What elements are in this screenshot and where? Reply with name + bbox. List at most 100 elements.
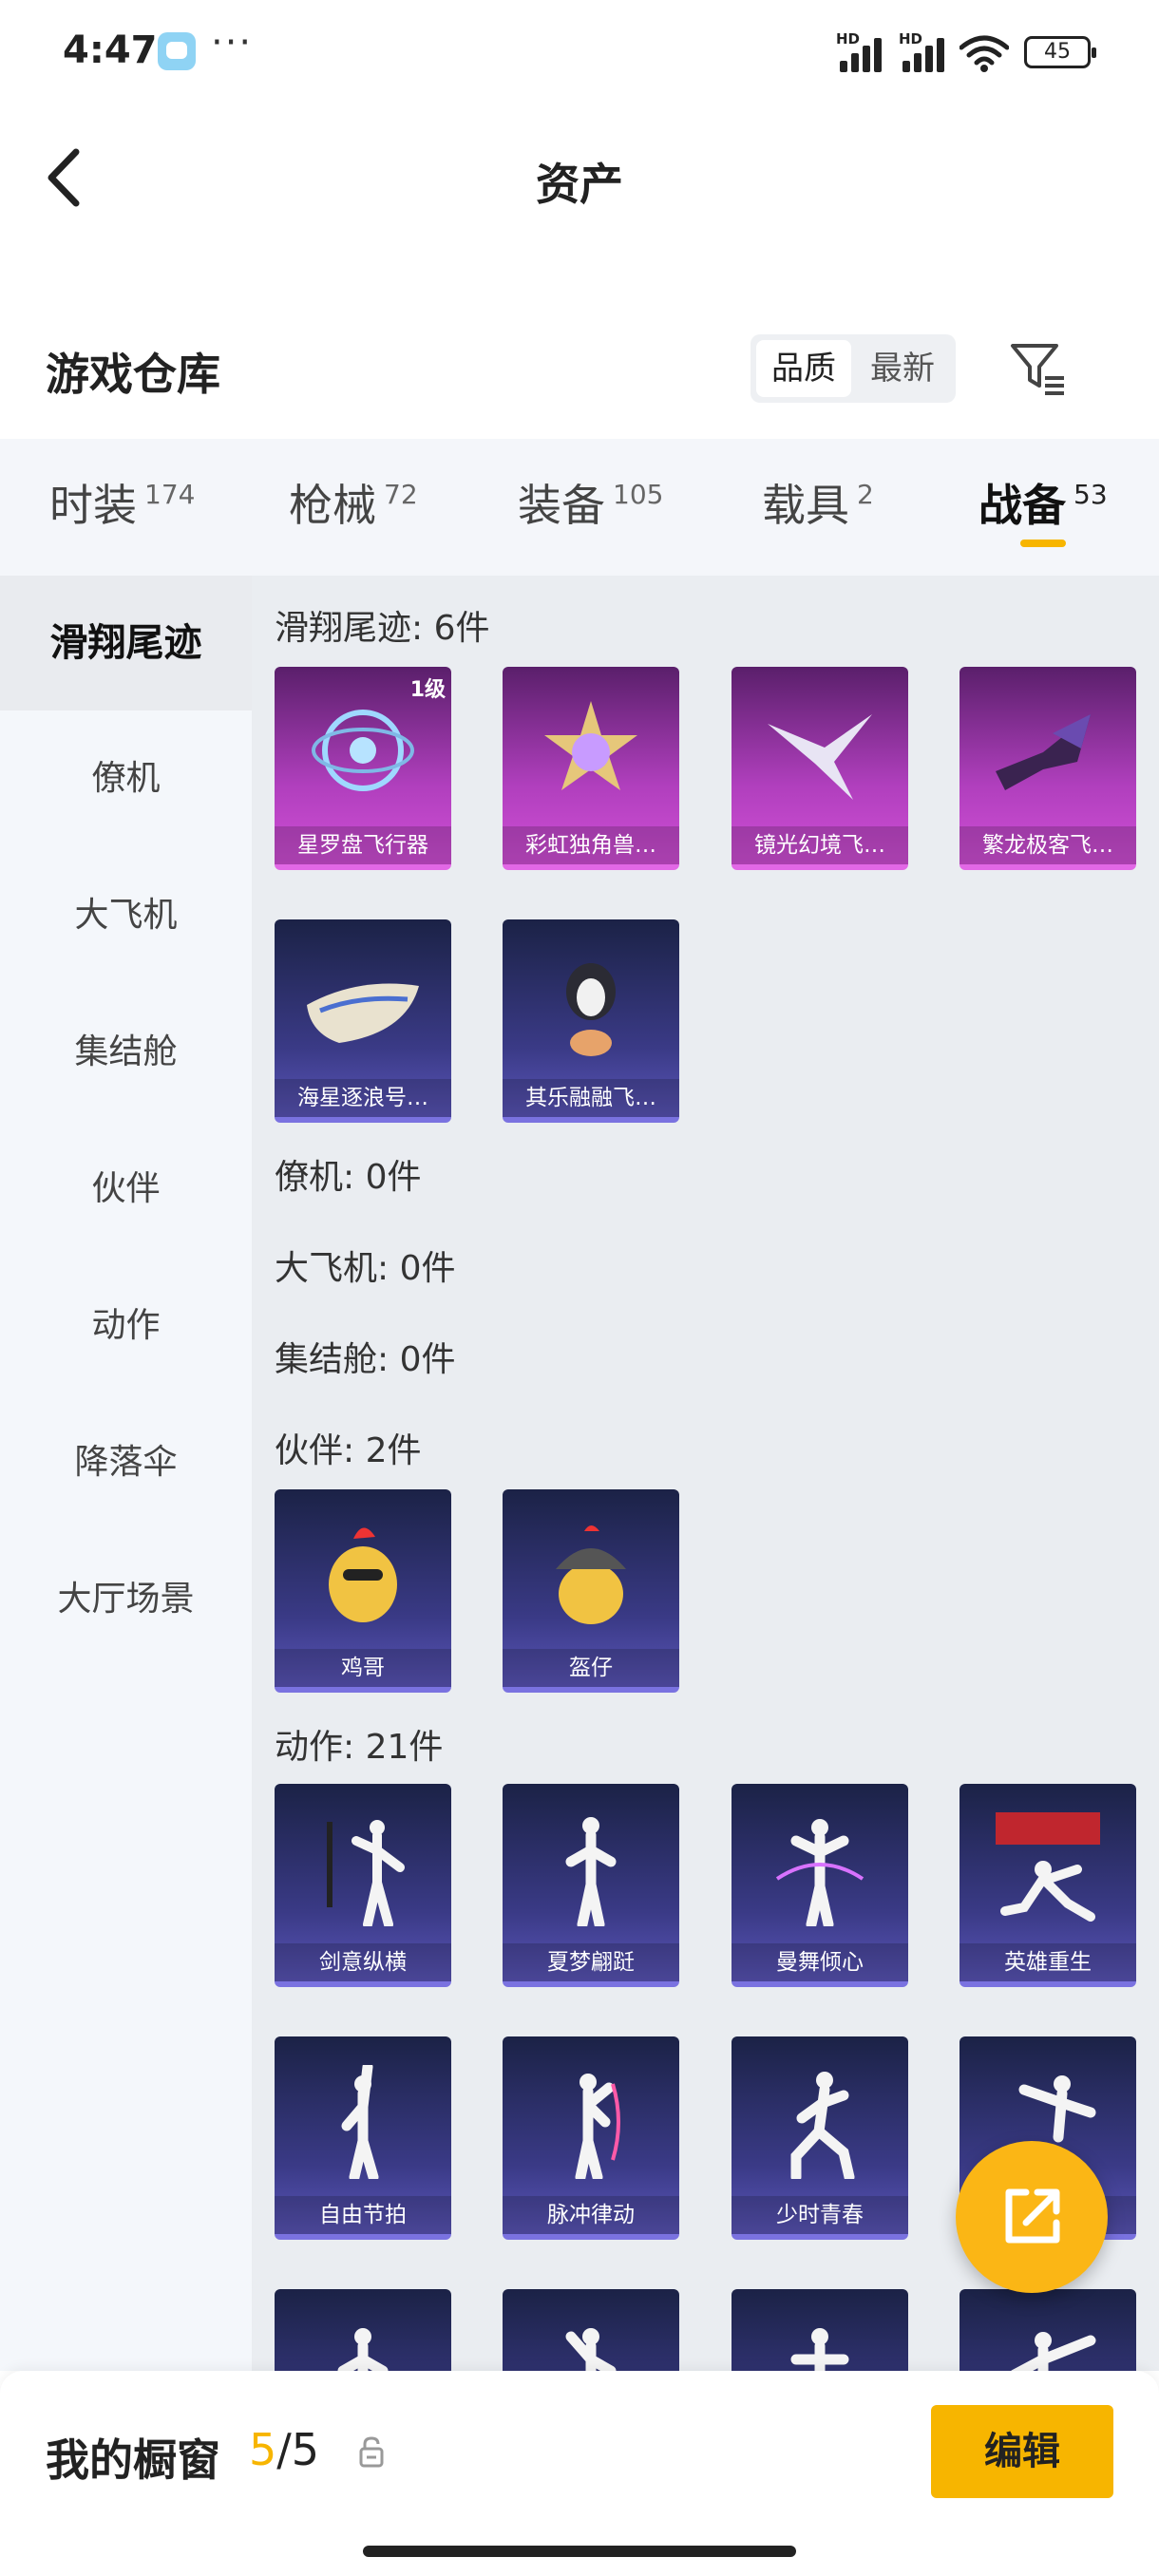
item-image bbox=[307, 983, 419, 1043]
sort-quality-button[interactable]: 品质 bbox=[756, 340, 851, 397]
item-card[interactable]: 彩虹独角兽… bbox=[503, 667, 679, 870]
edit-button[interactable]: 编辑 bbox=[931, 2405, 1113, 2498]
wifi-icon bbox=[960, 35, 1009, 72]
sort-toggle: 品质 最新 bbox=[750, 334, 956, 403]
item-label: 鸡哥 bbox=[275, 1649, 451, 1687]
tab-equipment[interactable]: 装备 105 bbox=[518, 471, 663, 547]
item-image bbox=[996, 714, 1091, 790]
item-label: 英雄重生 bbox=[960, 1943, 1136, 1981]
item-card[interactable]: 鸡哥 bbox=[275, 1489, 451, 1693]
item-card[interactable] bbox=[960, 2289, 1136, 2371]
hd-label-2: HD bbox=[899, 30, 923, 47]
sidebar-item-partner[interactable]: 伙伴 bbox=[0, 1122, 252, 1257]
item-card[interactable] bbox=[732, 2289, 908, 2371]
share-icon bbox=[1005, 2188, 1060, 2244]
tab-count: 174 bbox=[144, 479, 196, 510]
sidebar-item-emote[interactable]: 动作 bbox=[0, 1259, 252, 1393]
item-card[interactable]: 其乐融融飞… bbox=[503, 919, 679, 1123]
more-notifications-icon: ··· bbox=[211, 21, 254, 65]
item-card[interactable]: 剑意纵横 bbox=[275, 1784, 451, 1987]
status-bar: 4:47 ··· HD HD 45 bbox=[0, 0, 1159, 104]
item-image bbox=[312, 710, 414, 791]
item-card[interactable]: 1级 星罗盘飞行器 bbox=[275, 667, 451, 870]
sidebar-item-capsule[interactable]: 集结舱 bbox=[0, 985, 252, 1120]
item-label: 脉冲律动 bbox=[503, 2196, 679, 2234]
item-label: 盔仔 bbox=[503, 1649, 679, 1687]
item-card[interactable]: 曼舞倾心 bbox=[732, 1784, 908, 1987]
item-image bbox=[327, 1820, 405, 1926]
item-label: 曼舞倾心 bbox=[732, 1943, 908, 1981]
item-label: 海星逐浪号… bbox=[275, 1079, 451, 1117]
item-image bbox=[341, 2065, 379, 2179]
item-card[interactable]: 自由节拍 bbox=[275, 2036, 451, 2240]
showcase-current: 5 bbox=[249, 2424, 277, 2475]
item-image bbox=[337, 2328, 389, 2371]
tab-count: 53 bbox=[1074, 479, 1108, 510]
battery-level: 45 bbox=[1044, 40, 1071, 64]
item-image bbox=[768, 714, 872, 800]
item-image bbox=[790, 2328, 849, 2371]
item-card[interactable]: 繁龙极客飞… bbox=[960, 667, 1136, 870]
item-label: 彩虹独角兽… bbox=[503, 826, 679, 864]
sidebar: 滑翔尾迹 僚机 大飞机 集结舱 伙伴 动作 降落伞 大厅场景 bbox=[0, 576, 252, 2371]
item-card[interactable]: 英雄重生 bbox=[960, 1784, 1136, 1987]
item-card[interactable]: 夏梦翩跹 bbox=[503, 1784, 679, 1987]
item-image bbox=[1011, 2332, 1096, 2371]
tab-combat-prep[interactable]: 战备 53 bbox=[978, 471, 1108, 547]
sidebar-item-lobby-scene[interactable]: 大厅场景 bbox=[0, 1532, 252, 1667]
item-card[interactable]: 镜光幻境飞… bbox=[732, 667, 908, 870]
item-label: 剑意纵横 bbox=[275, 1943, 451, 1981]
nav-bar: 资产 bbox=[0, 123, 1159, 228]
home-indicator[interactable] bbox=[363, 2546, 796, 2557]
item-image bbox=[775, 1819, 864, 1926]
item-label: 星罗盘飞行器 bbox=[275, 826, 451, 864]
item-card[interactable]: 盔仔 bbox=[503, 1489, 679, 1693]
signal-icon: HD bbox=[836, 30, 889, 72]
page-title: 资产 bbox=[536, 159, 623, 210]
sidebar-item-plane[interactable]: 大飞机 bbox=[0, 848, 252, 983]
section-title-glide: 滑翔尾迹: 6件 bbox=[275, 609, 490, 648]
showcase-count: 5/5 bbox=[249, 2424, 319, 2475]
tab-guns[interactable]: 枪械 72 bbox=[289, 471, 418, 547]
section-title-wingman: 僚机: 0件 bbox=[275, 1158, 422, 1197]
sort-latest-button[interactable]: 最新 bbox=[855, 340, 950, 397]
section-title-plane: 大飞机: 0件 bbox=[275, 1249, 456, 1288]
share-button[interactable] bbox=[956, 2141, 1108, 2293]
tab-label: 战备 bbox=[978, 480, 1066, 531]
item-image bbox=[566, 963, 616, 1056]
tab-label: 载具 bbox=[762, 480, 849, 531]
sidebar-item-wingman[interactable]: 僚机 bbox=[0, 711, 252, 846]
item-card[interactable]: 海星逐浪号… bbox=[275, 919, 451, 1123]
tab-label: 时装 bbox=[49, 480, 137, 531]
hd-label: HD bbox=[836, 30, 861, 47]
assets-page: 4:47 ··· HD HD 45 资产 游戏仓库 品质 最新 时装 174 枪… bbox=[0, 0, 1159, 2576]
item-image bbox=[565, 1817, 617, 1926]
item-image bbox=[790, 2072, 855, 2179]
item-card[interactable] bbox=[275, 2289, 451, 2371]
battery-icon: 45 bbox=[1024, 36, 1096, 68]
tab-fashion[interactable]: 时装 174 bbox=[49, 471, 195, 547]
tab-label: 装备 bbox=[518, 480, 605, 531]
item-image bbox=[556, 1525, 626, 1624]
section-title-emote: 动作: 21件 bbox=[275, 1728, 444, 1767]
item-label: 自由节拍 bbox=[275, 2196, 451, 2234]
sidebar-item-glide-trail[interactable]: 滑翔尾迹 bbox=[0, 576, 252, 710]
item-image bbox=[575, 2074, 620, 2179]
content-area: 滑翔尾迹: 6件 1级 星罗盘飞行器 彩虹独角兽… 镜光幻境飞… 繁龙极客飞… … bbox=[252, 576, 1159, 2371]
item-card[interactable]: 少时青春 bbox=[732, 2036, 908, 2240]
item-image bbox=[544, 701, 637, 790]
item-level: 1级 bbox=[409, 678, 446, 702]
showcase-total: 5 bbox=[291, 2424, 320, 2475]
filter-icon[interactable] bbox=[1007, 336, 1070, 399]
item-card[interactable] bbox=[503, 2289, 679, 2371]
item-label: 镜光幻境飞… bbox=[732, 826, 908, 864]
item-image bbox=[565, 2328, 617, 2371]
item-card[interactable]: 脉冲律动 bbox=[503, 2036, 679, 2240]
tab-count: 105 bbox=[613, 479, 664, 510]
item-label: 少时青春 bbox=[732, 2196, 908, 2234]
item-label: 繁龙极客飞… bbox=[960, 826, 1136, 864]
sidebar-item-parachute[interactable]: 降落伞 bbox=[0, 1395, 252, 1530]
lock-icon bbox=[359, 2436, 384, 2468]
tab-vehicles[interactable]: 载具 2 bbox=[762, 471, 874, 547]
item-image bbox=[329, 1527, 397, 1622]
